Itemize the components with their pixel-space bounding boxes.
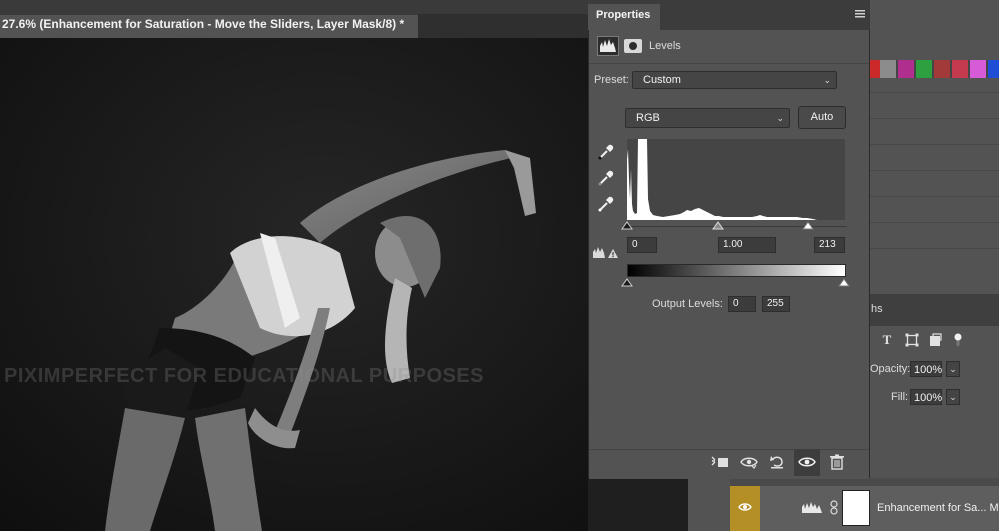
divider [870,92,999,93]
fill-input[interactable]: 100% [910,389,942,405]
tab-paths[interactable]: hs [871,303,883,315]
canvas-image [0,38,588,531]
input-gamma-field[interactable]: 1.00 [718,237,776,253]
divider [870,222,999,223]
input-white-field[interactable]: 213 [814,237,845,253]
right-workspace [870,0,999,531]
layer-name[interactable]: Enhancement for Sa... Mo [877,502,999,514]
fill-dropdown[interactable]: ⌄ [946,389,960,405]
white-output-handle [838,278,850,287]
opacity-input[interactable]: 100% [910,361,942,377]
output-gradient-bar [627,264,846,277]
view-previous-state-icon[interactable] [740,454,758,470]
document-tabbar-empty [418,14,590,38]
output-levels-slider[interactable] [621,277,853,291]
document-canvas[interactable]: PIXIMPERFECT FOR EDUCATIONAL PURPOSES [0,38,588,531]
divider [870,170,999,171]
opacity-dropdown[interactable]: ⌄ [946,361,960,377]
swatch[interactable] [916,60,932,78]
output-black-field[interactable]: 0 [728,296,756,312]
type-filter-icon[interactable]: T [880,333,894,347]
input-black-field[interactable]: 0 [627,237,657,253]
fill-label: Fill: [891,391,909,403]
divider [870,196,999,197]
levels-adjustment-icon [802,502,822,513]
preset-label: Preset: [594,74,629,86]
adjustment-title: Levels [649,40,681,52]
swatch[interactable] [952,60,968,78]
divider [870,118,999,119]
channel-value: RGB [636,112,660,124]
auto-button[interactable]: Auto [798,106,846,129]
reset-icon[interactable] [768,454,786,470]
properties-title: Properties [596,9,651,21]
chevron-down-icon: ⌄ [776,113,784,123]
layer-mask-thumbnail[interactable] [842,490,870,526]
levels-icon[interactable] [597,36,619,56]
smart-object-filter-icon[interactable] [929,333,943,347]
input-levels-slider[interactable] [621,220,853,234]
swatch[interactable] [870,60,880,78]
swatch[interactable] [988,60,999,78]
levels-histogram [627,139,845,220]
swatch[interactable] [880,60,896,78]
visibility-eye-icon[interactable] [798,454,816,470]
panel-menu-icon[interactable] [855,10,865,18]
link-icon[interactable] [830,500,838,515]
watermark-text: PIXIMPERFECT FOR EDUCATIONAL PURPOSES [4,365,485,387]
divider [870,248,999,249]
mask-icon[interactable] [624,39,642,53]
divider [870,144,999,145]
swatches-row [870,60,999,78]
output-levels-label: Output Levels: [652,298,723,310]
gamma-input-handle [712,221,724,230]
channel-dropdown[interactable]: RGB ⌄ [625,108,790,128]
document-tab-title: 27.6% (Enhancement for Saturation - Move… [2,17,405,31]
preset-value: Custom [643,74,681,86]
layers-list-gutter [688,478,730,531]
swatch[interactable] [970,60,986,78]
opacity-label: Opacity: [870,363,911,375]
chevron-down-icon: ⌄ [823,75,831,85]
properties-footer [589,449,869,479]
clipping-warning-icon[interactable] [592,244,618,260]
filter-toggle-icon[interactable] [951,333,965,347]
gray-point-eyedropper-icon[interactable] [597,169,615,187]
black-output-handle [621,278,633,287]
clip-to-layer-icon[interactable] [711,454,729,470]
swatch[interactable] [934,60,950,78]
swatch[interactable] [898,60,914,78]
eye-icon [738,503,752,511]
shape-filter-icon[interactable] [905,333,919,347]
black-input-handle [621,221,633,230]
layers-panel-tabs [870,294,999,326]
document-tabbar [0,0,590,14]
white-input-handle [802,221,814,230]
trash-icon[interactable] [828,454,846,470]
white-point-eyedropper-icon[interactable] [597,195,615,213]
preset-dropdown[interactable]: Custom ⌄ [632,71,837,89]
output-white-field[interactable]: 255 [762,296,790,312]
black-point-eyedropper-icon[interactable] [597,143,615,161]
